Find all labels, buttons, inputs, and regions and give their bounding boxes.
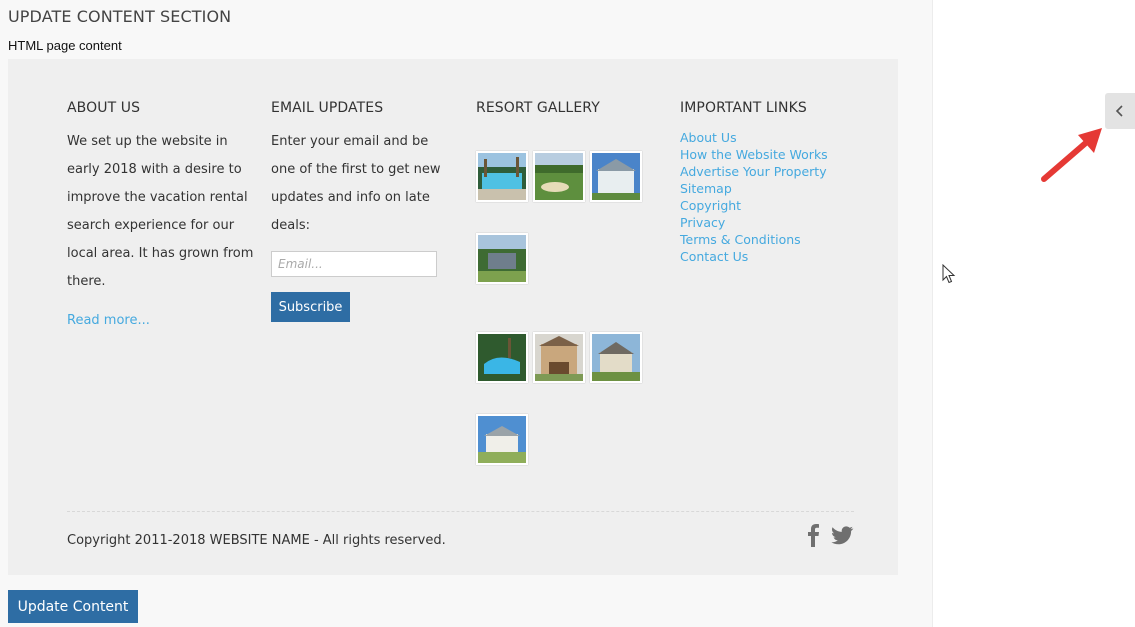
email-updates-column: EMAIL UPDATES Enter your email and be on…	[271, 100, 456, 240]
email-updates-heading: EMAIL UPDATES	[271, 100, 384, 116]
link-copyright[interactable]: Copyright	[680, 197, 828, 214]
html-content-preview[interactable]: ABOUT US We set up the website in early …	[8, 59, 898, 575]
facebook-icon[interactable]	[800, 521, 826, 549]
link-sitemap[interactable]: Sitemap	[680, 180, 828, 197]
footer-divider	[67, 511, 854, 512]
gallery-thumb-entrance[interactable]	[476, 233, 528, 284]
gallery-thumb-pool[interactable]	[476, 151, 528, 202]
important-links-column: IMPORTANT LINKS	[680, 100, 880, 128]
editor-pane: UPDATE CONTENT SECTION HTML page content…	[0, 0, 933, 627]
gallery-thumb-resort-pool[interactable]	[476, 332, 528, 383]
gallery-thumb-house[interactable]	[590, 151, 642, 202]
resort-pool-photo-icon	[478, 334, 526, 381]
sidebar-toggle-button[interactable]	[1105, 93, 1135, 129]
clubhouse-photo-icon	[478, 416, 526, 463]
gallery-thumb-golf[interactable]	[533, 151, 585, 202]
townhouse-photo-icon	[535, 334, 583, 381]
mouse-pointer-icon	[942, 264, 956, 284]
resort-gallery-column: RESORT GALLERY	[476, 100, 656, 128]
about-us-heading: ABOUT US	[67, 100, 141, 116]
annotation-arrow-icon	[1041, 128, 1102, 182]
gallery-thumb-villa[interactable]	[590, 332, 642, 383]
house-photo-icon	[592, 153, 640, 200]
update-content-button[interactable]: Update Content	[8, 590, 138, 623]
link-contact-us[interactable]: Contact Us	[680, 248, 828, 265]
pool-photo-icon	[478, 153, 526, 200]
twitter-icon[interactable]	[828, 521, 856, 549]
entrance-sign-photo-icon	[478, 235, 526, 282]
copyright-text: Copyright 2011-2018 WEBSITE NAME - All r…	[67, 533, 446, 548]
section-title: UPDATE CONTENT SECTION	[8, 7, 232, 26]
resort-gallery-heading: RESORT GALLERY	[476, 100, 600, 116]
about-us-text: We set up the website in early 2018 with…	[67, 134, 254, 289]
gallery-thumb-clubhouse[interactable]	[476, 414, 528, 465]
link-about-us[interactable]: About Us	[680, 129, 828, 146]
golf-course-photo-icon	[535, 153, 583, 200]
gallery-thumb-townhouse[interactable]	[533, 332, 585, 383]
subscribe-button[interactable]: Subscribe	[271, 292, 350, 322]
important-links-heading: IMPORTANT LINKS	[680, 100, 807, 116]
link-advertise-property[interactable]: Advertise Your Property	[680, 163, 828, 180]
link-terms-conditions[interactable]: Terms & Conditions	[680, 231, 828, 248]
chevron-left-icon	[1115, 105, 1123, 117]
about-us-column: ABOUT US We set up the website in early …	[67, 100, 257, 296]
email-input[interactable]	[271, 251, 437, 277]
villa-photo-icon	[592, 334, 640, 381]
email-updates-text: Enter your email and be one of the first…	[271, 134, 441, 233]
html-content-label: HTML page content	[8, 38, 122, 53]
link-privacy[interactable]: Privacy	[680, 214, 828, 231]
link-how-website-works[interactable]: How the Website Works	[680, 146, 828, 163]
important-links-list: About Us How the Website Works Advertise…	[680, 129, 828, 265]
read-more-link[interactable]: Read more...	[67, 313, 150, 328]
